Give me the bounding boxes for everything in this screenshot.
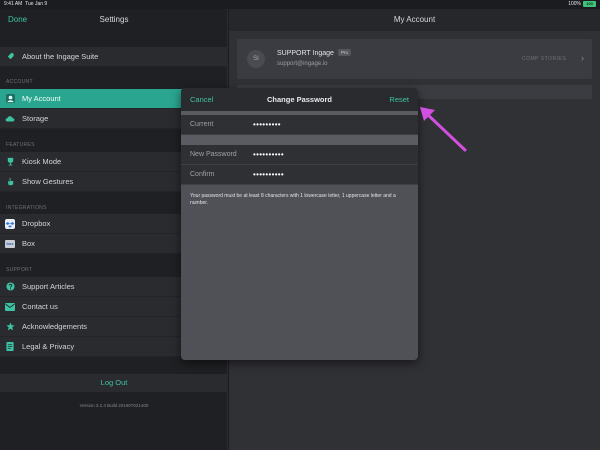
sidebar-item-label: Storage [22, 114, 49, 123]
sidebar-item-label: Box [22, 239, 35, 248]
current-password-input[interactable]: ••••••••• [253, 120, 281, 129]
field-label: Current [190, 121, 214, 128]
section-support: SUPPORT [6, 267, 33, 273]
change-password-dialog: Cancel Change Password Reset Current •••… [181, 88, 418, 360]
new-password-input[interactable]: •••••••••• [253, 150, 284, 159]
sidebar-item-label: Kiosk Mode [22, 157, 62, 166]
log-out-button[interactable]: Log Out [0, 374, 228, 392]
hand-icon [5, 177, 15, 187]
person-icon [5, 94, 15, 104]
sidebar-item-label: Contact us [22, 302, 58, 311]
rocket-icon [5, 52, 15, 62]
field-label: Confirm [190, 171, 215, 178]
box-icon: box [5, 239, 15, 249]
cloud-icon [5, 114, 15, 124]
account-name: SUPPORT Ingage [277, 50, 334, 57]
sidebar-item-label: Dropbox [22, 219, 51, 228]
trophy-icon [5, 157, 15, 167]
field-label: New Password [190, 151, 237, 158]
main-title: My Account [229, 9, 600, 31]
star-icon [5, 322, 15, 332]
status-bar: 9:41 AM Tue Jan 9 100% 100 [0, 0, 600, 9]
sidebar-title: Settings [99, 15, 129, 24]
dropbox-icon [5, 218, 15, 229]
battery-icon: 100 [583, 1, 596, 7]
sidebar-item-label: My Account [22, 94, 61, 103]
dialog-header: Cancel Change Password Reset [181, 88, 418, 111]
mail-icon [5, 302, 15, 312]
battery-percent: 100% [568, 1, 581, 7]
status-right: 100% 100 [568, 1, 596, 7]
box-icon-label: box [5, 239, 15, 248]
account-email: support@ingage.io [277, 61, 328, 67]
sidebar-item-about[interactable]: About the Ingage Suite [0, 47, 228, 67]
sidebar-item-label: Show Gestures [22, 177, 74, 186]
chevron-right-icon: › [581, 53, 584, 63]
reset-button[interactable]: Reset [389, 95, 409, 104]
status-time: 9:41 AM Tue Jan 9 [4, 1, 48, 7]
current-password-field[interactable]: Current ••••••••• [181, 115, 418, 135]
section-integrations: INTEGRATIONS [6, 205, 47, 211]
plan-badge: Pro [338, 49, 352, 56]
confirm-password-input[interactable]: •••••••••• [253, 170, 284, 179]
sidebar-item-label: Acknowledgements [22, 322, 88, 331]
comp-stories-label: COMP STORIES [522, 56, 567, 62]
avatar: SI [247, 50, 265, 68]
section-account: ACCOUNT [6, 79, 33, 85]
question-icon [5, 282, 15, 292]
version-label: Version 3.2.4 Build 201907021400 [79, 403, 149, 408]
new-password-field[interactable]: New Password •••••••••• [181, 145, 418, 165]
account-card[interactable]: SI SUPPORT Ingage Pro support@ingage.io … [237, 39, 592, 79]
confirm-password-field[interactable]: Confirm •••••••••• [181, 165, 418, 185]
divider [181, 135, 418, 145]
sidebar-item-label: Support Articles [22, 282, 75, 291]
dialog-title: Change Password [266, 95, 333, 104]
password-requirements: Your password must be at least 8 charact… [190, 193, 396, 206]
sidebar-header: Done Settings [0, 9, 227, 31]
sidebar-item-label: About the Ingage Suite [22, 52, 99, 61]
section-features: FEATURES [6, 142, 35, 148]
sidebar-item-label: Legal & Privacy [22, 342, 75, 351]
document-icon [5, 342, 15, 352]
